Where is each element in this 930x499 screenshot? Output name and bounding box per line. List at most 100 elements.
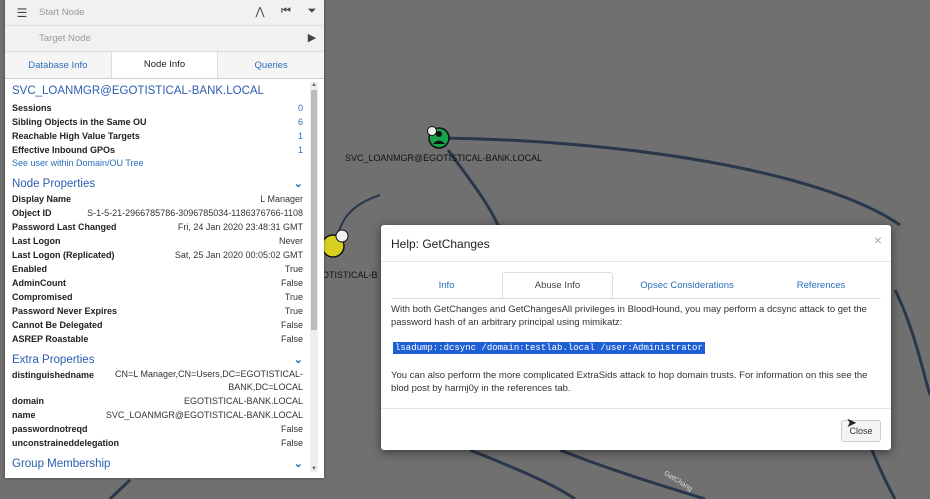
property-value: False [280, 438, 303, 448]
stat-value[interactable]: 1 [298, 143, 303, 157]
command-block[interactable]: lsadump::dcsync /domain:testlab.local /u… [393, 341, 879, 355]
property-row: Object ID S-1-5-21-2966785786-3096785034-… [12, 206, 303, 220]
stat-row[interactable]: Sessions 0 [12, 101, 303, 115]
property-row: Password Last Changed Fri, 24 Jan 2020 23… [12, 220, 303, 234]
property-value: CN=L Manager,CN=Users,DC=EGOTISTICAL-BAN… [115, 369, 303, 392]
property-row: Last Logon (Replicated) Sat, 25 Jan 2020 … [12, 248, 303, 262]
tab-database-info[interactable]: Database Info [5, 52, 112, 78]
property-value: True [284, 264, 303, 274]
modal-body: With both GetChanges and GetChangesAll p… [391, 303, 879, 403]
property-label: name [12, 410, 36, 420]
play-icon[interactable]: ▶ [305, 31, 319, 44]
command-text[interactable]: lsadump::dcsync /domain:testlab.local /u… [393, 342, 705, 354]
property-value: True [284, 292, 303, 302]
node-properties-header[interactable]: Node Properties ⌄ [12, 177, 303, 191]
target-node-row: ▶ [5, 26, 324, 52]
domain-tree-link[interactable]: See user within Domain/OU Tree [12, 157, 303, 170]
target-node-input[interactable] [39, 33, 239, 44]
scroll-up-icon[interactable]: ▲ [310, 82, 318, 88]
hamburger-menu-icon[interactable]: ☰ [13, 6, 31, 20]
graph-node-label[interactable]: SVC_LOANMGR@EGOTISTICAL-BANK.LOCAL [345, 153, 542, 163]
node-info-panel: SVC_LOANMGR@EGOTISTICAL-BANK.LOCAL Sessi… [5, 80, 310, 478]
property-row: distinguishedname CN=L Manager,CN=Users,D… [12, 368, 303, 394]
sidebar-tabs: Database Info Node Info Queries [5, 52, 324, 79]
property-label: unconstraineddelegation [12, 438, 120, 448]
chevron-down-icon[interactable]: ⌄ [294, 177, 303, 190]
property-label: ASREP Roastable [12, 334, 89, 344]
cursor-icon: ➤ [846, 415, 857, 430]
extra-properties-header[interactable]: Extra Properties ⌄ [12, 353, 303, 367]
stat-value[interactable]: 1 [298, 129, 303, 143]
property-row: passwordnotreqd False [12, 422, 303, 436]
stat-label: Effective Inbound GPOs [12, 145, 116, 155]
property-row: ASREP Roastable False [12, 332, 303, 346]
scroll-down-icon[interactable]: ▼ [310, 466, 318, 472]
property-row: Enabled True [12, 262, 303, 276]
group-membership-header[interactable]: Group Membership ⌄ [12, 457, 303, 471]
property-label: Last Logon (Replicated) [12, 250, 115, 260]
property-value: True [284, 306, 303, 316]
property-row: Compromised True [12, 290, 303, 304]
modal-header: Help: GetChanges × [381, 225, 891, 262]
property-value: Never [278, 236, 303, 246]
chevron-down-icon[interactable]: ⌄ [294, 457, 303, 470]
modal-tab-info[interactable]: Info [391, 272, 502, 298]
stat-label: Reachable High Value Targets [12, 131, 140, 141]
property-label: Cannot Be Delegated [12, 320, 103, 330]
section-title: Extra Properties [12, 353, 95, 366]
property-value: Sat, 25 Jan 2020 00:05:02 GMT [174, 250, 303, 260]
property-row: name SVC_LOANMGR@EGOTISTICAL-BANK.LOCAL [12, 408, 303, 422]
start-node-row: ☰ ⋀ ⏮ ⏷ [5, 0, 324, 26]
modal-title: Help: GetChanges [391, 237, 490, 251]
help-modal: Help: GetChanges × Info Abuse Info Opsec… [381, 225, 891, 450]
modal-footer: Close [381, 408, 891, 450]
abuse-info-text: With both GetChanges and GetChangesAll p… [391, 304, 867, 328]
start-node-input[interactable] [39, 7, 239, 18]
section-title: Group Membership [12, 457, 111, 470]
property-label: Compromised [12, 292, 73, 302]
modal-tab-opsec[interactable]: Opsec Considerations [613, 272, 761, 298]
property-row: AdminCount False [12, 276, 303, 290]
back-icon[interactable]: ⏮ [279, 5, 293, 18]
close-icon[interactable]: × [874, 232, 882, 248]
stat-row[interactable]: Effective Inbound GPOs 1 [12, 143, 303, 157]
property-row: Password Never Expires True [12, 304, 303, 318]
stat-label: Sibling Objects in the Same OU [12, 117, 147, 127]
property-value: False [280, 320, 303, 330]
modal-tab-references[interactable]: References [761, 272, 881, 298]
scrollbar-thumb[interactable] [311, 90, 317, 330]
stat-value[interactable]: 0 [298, 101, 303, 115]
tab-node-info[interactable]: Node Info [111, 52, 219, 78]
property-label: Display Name [12, 194, 72, 204]
property-value: False [280, 424, 303, 434]
filter-icon[interactable]: ⏷ [305, 5, 319, 18]
property-value: False [280, 278, 303, 288]
property-row: Last Logon Never [12, 234, 303, 248]
stat-row[interactable]: Sibling Objects in the Same OU 6 [12, 115, 303, 129]
sidebar-scrollbar[interactable]: ▲ ▼ [310, 82, 318, 472]
property-label: passwordnotreqd [12, 424, 88, 434]
chevron-down-icon[interactable]: ⌄ [294, 353, 303, 366]
property-label: AdminCount [12, 278, 66, 288]
property-label: domain [12, 396, 45, 406]
stat-label: Sessions [12, 103, 52, 113]
property-row: Cannot Be Delegated False [12, 318, 303, 332]
section-title: Node Properties [12, 177, 96, 190]
property-value: EGOTISTICAL-BANK.LOCAL [183, 396, 303, 406]
property-row: domain EGOTISTICAL-BANK.LOCAL [12, 394, 303, 408]
property-value: False [280, 334, 303, 344]
property-value: L Manager [260, 194, 303, 204]
property-value: S-1-5-21-2966785786-3096785034-118637676… [87, 208, 303, 218]
sidebar: ☰ ⋀ ⏮ ⏷ ▶ Database Info Node Info Querie… [5, 0, 324, 478]
tab-queries[interactable]: Queries [218, 52, 324, 78]
user-node[interactable] [427, 126, 450, 149]
stat-value[interactable]: 6 [298, 115, 303, 129]
pathfinding-icon[interactable]: ⋀ [253, 5, 267, 18]
abuse-info-text-2: You can also perform the more complicate… [391, 370, 868, 394]
property-row: unconstraineddelegation False [12, 436, 303, 450]
property-row: Display Name L Manager [12, 192, 303, 206]
stat-row[interactable]: Reachable High Value Targets 1 [12, 129, 303, 143]
property-value: SVC_LOANMGR@EGOTISTICAL-BANK.LOCAL [105, 410, 303, 420]
graph-node-label-partial[interactable]: OTISTICAL-B [322, 270, 378, 280]
modal-tab-abuse-info[interactable]: Abuse Info [502, 272, 613, 298]
